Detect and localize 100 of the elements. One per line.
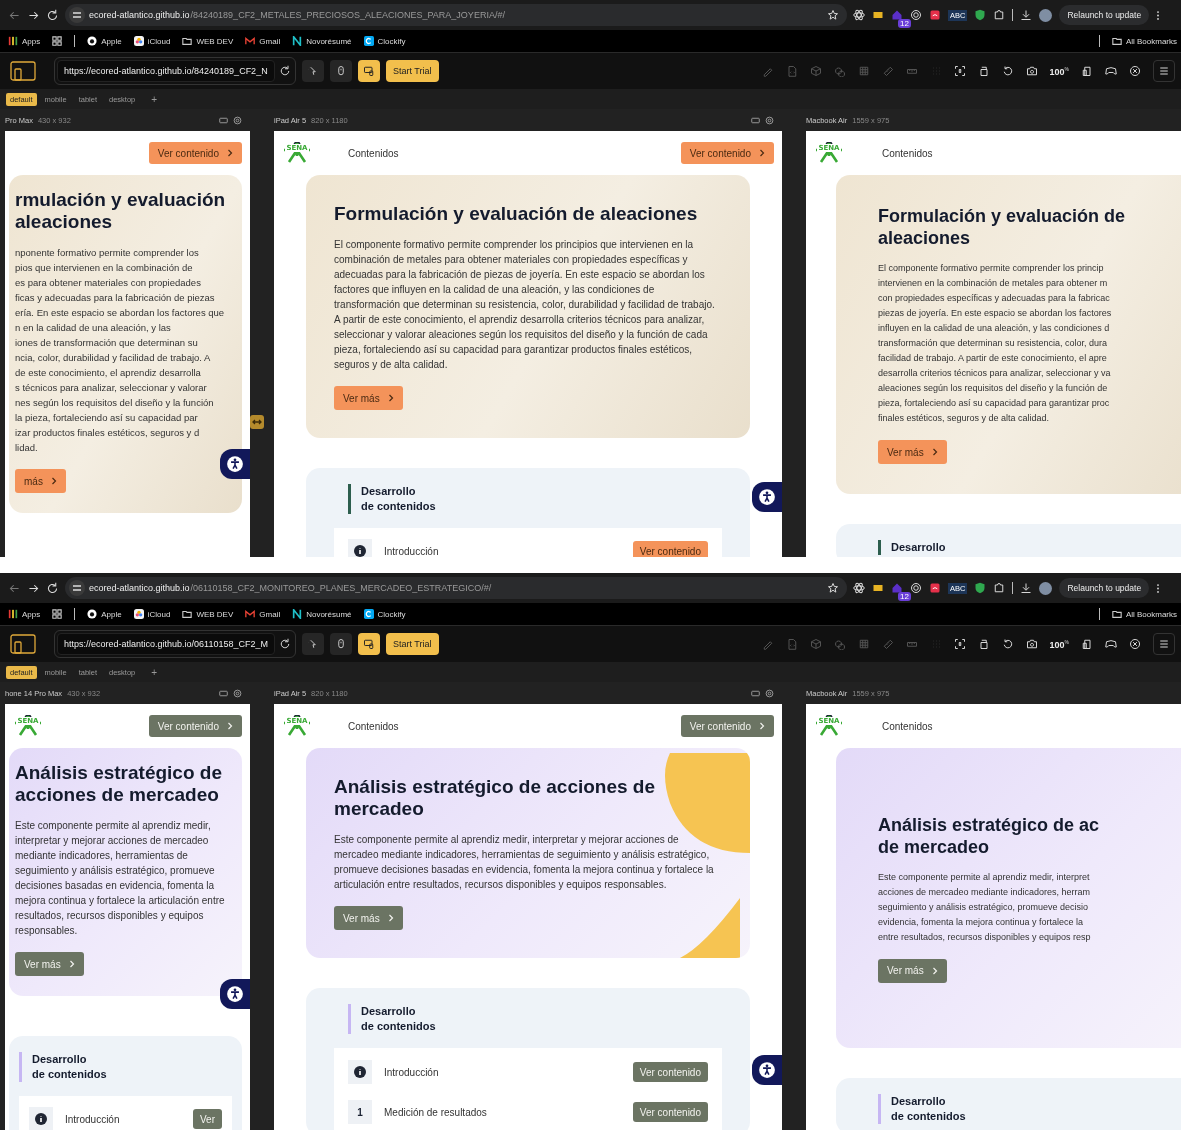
settings-icon[interactable] bbox=[233, 115, 242, 125]
view-content-button[interactable]: Ver contenido bbox=[680, 715, 774, 737]
cube-icon[interactable] bbox=[809, 65, 822, 77]
bookmark-link[interactable]: iCloud bbox=[133, 36, 171, 46]
reload-icon[interactable] bbox=[46, 8, 59, 22]
extension-icon[interactable] bbox=[872, 582, 884, 594]
zoom-button[interactable]: 100$^{%}$ bbox=[1049, 638, 1069, 650]
view-content-button[interactable]: Ver contenido bbox=[680, 142, 774, 164]
settings-icon[interactable] bbox=[765, 115, 774, 125]
screen-icon[interactable] bbox=[751, 688, 760, 698]
cursor-button[interactable] bbox=[302, 633, 324, 655]
download-icon[interactable] bbox=[1020, 582, 1033, 594]
view-button[interactable]: Ver contenido bbox=[632, 1062, 708, 1082]
mouse-button[interactable] bbox=[330, 60, 352, 82]
app-logo-icon[interactable] bbox=[10, 634, 36, 654]
see-more-button[interactable]: Ver más bbox=[15, 952, 84, 976]
bookmark-link[interactable]: Gmail bbox=[245, 36, 281, 46]
see-more-button[interactable]: más bbox=[15, 469, 66, 493]
nav-link[interactable]: Contenidos bbox=[348, 147, 399, 159]
screen-icon[interactable] bbox=[751, 115, 760, 125]
ruler-icon[interactable] bbox=[881, 638, 894, 650]
code-file-icon[interactable] bbox=[785, 65, 798, 77]
bookmark-link[interactable]: WEB DEV bbox=[182, 609, 234, 619]
house-icon[interactable] bbox=[891, 582, 903, 594]
extension-icon[interactable] bbox=[929, 9, 941, 21]
bookmark-link[interactable]: Clockify bbox=[363, 36, 406, 46]
bookmark-link[interactable]: Apple bbox=[87, 609, 122, 619]
star-icon[interactable] bbox=[827, 582, 839, 594]
cursor-button[interactable] bbox=[302, 60, 324, 82]
relaunch-button[interactable]: Relaunch to update bbox=[1059, 578, 1150, 598]
zoom-button[interactable]: 100$^{%}$ bbox=[1049, 65, 1069, 77]
screenshot-frame-icon[interactable] bbox=[953, 65, 966, 77]
start-trial-button[interactable]: Start Trial bbox=[386, 60, 439, 82]
bookmark-link[interactable]: Apps bbox=[8, 36, 41, 46]
devices-icon[interactable] bbox=[1081, 65, 1093, 77]
shield-icon[interactable] bbox=[974, 582, 987, 594]
url-field[interactable]: https://ecored-atlantico.github.io/06110158_CF2_M bbox=[57, 633, 275, 655]
bookmark-link[interactable]: iCloud bbox=[133, 609, 171, 619]
relaunch-button[interactable]: Relaunch to update bbox=[1059, 5, 1150, 25]
pencil-icon[interactable] bbox=[761, 65, 774, 77]
reload-icon[interactable] bbox=[46, 581, 59, 595]
bookmark-link[interactable]: Apple bbox=[87, 36, 122, 46]
see-more-button[interactable]: Ver más bbox=[334, 906, 403, 930]
address-bar[interactable]: ecored-atlantico.github.io/84240189_CF2_METALES_PRECIOSOS_ALEACIONES_PARA_JOYERIA/#/ bbox=[65, 4, 847, 26]
settings-icon[interactable] bbox=[765, 688, 774, 698]
menu-button[interactable] bbox=[1153, 633, 1175, 655]
view-content-button[interactable]: Ver contenido bbox=[148, 142, 242, 164]
atom-icon[interactable] bbox=[853, 9, 865, 21]
house-icon[interactable] bbox=[891, 9, 903, 21]
see-more-button[interactable]: Ver más bbox=[878, 440, 947, 464]
view-button[interactable]: Ver bbox=[193, 1109, 222, 1129]
rotate-icon[interactable] bbox=[1001, 638, 1014, 650]
target-icon[interactable] bbox=[910, 9, 922, 21]
pencil-icon[interactable] bbox=[761, 638, 774, 650]
site-settings-icon[interactable] bbox=[69, 580, 85, 596]
add-tab-button[interactable]: + bbox=[143, 93, 166, 105]
app-logo-icon[interactable] bbox=[10, 61, 36, 81]
reload-icon[interactable] bbox=[279, 638, 291, 650]
device-sync-button[interactable] bbox=[358, 633, 380, 655]
screenshot-frame-icon[interactable] bbox=[953, 638, 966, 650]
bookmark-link[interactable]: Clockify bbox=[363, 609, 406, 619]
more-icon[interactable] bbox=[1156, 582, 1161, 594]
view-content-button[interactable]: Ver contenido bbox=[148, 715, 242, 737]
url-field[interactable]: https://ecored-atlantico.github.io/84240189_CF2_N bbox=[57, 60, 275, 82]
extension-icon[interactable] bbox=[929, 582, 941, 594]
site-settings-icon[interactable] bbox=[69, 7, 85, 23]
stack-icon[interactable] bbox=[977, 65, 990, 77]
add-tab-button[interactable]: + bbox=[143, 666, 166, 678]
menu-button[interactable] bbox=[1153, 60, 1175, 82]
gamepad-icon[interactable] bbox=[1105, 638, 1117, 650]
bookmark-link[interactable]: All Bookmarks bbox=[1111, 36, 1177, 46]
extension-icon[interactable] bbox=[872, 9, 884, 21]
rotate-icon[interactable] bbox=[1001, 65, 1014, 77]
atom-icon[interactable] bbox=[853, 582, 865, 594]
accessibility-button[interactable] bbox=[220, 449, 250, 479]
nav-link[interactable]: Contenidos bbox=[882, 720, 933, 732]
ruler-icon[interactable] bbox=[881, 65, 894, 77]
bookmark-link[interactable]: All Bookmarks bbox=[1111, 609, 1177, 619]
accessibility-button[interactable] bbox=[752, 1055, 782, 1085]
avatar[interactable] bbox=[1039, 8, 1053, 22]
camera-icon[interactable] bbox=[1025, 638, 1038, 650]
shield-icon[interactable] bbox=[974, 9, 987, 21]
bookmark-link[interactable]: Gmail bbox=[245, 609, 281, 619]
bookmark-link[interactable]: Novorésumé bbox=[292, 36, 352, 46]
nav-link[interactable]: Contenidos bbox=[348, 720, 399, 732]
bookmark-link[interactable]: Apps bbox=[8, 609, 41, 619]
mouse-button[interactable] bbox=[330, 633, 352, 655]
bookmark-link[interactable]: WEB DEV bbox=[182, 36, 234, 46]
screen-icon[interactable] bbox=[219, 115, 228, 125]
star-icon[interactable] bbox=[827, 9, 839, 21]
gamepad-icon[interactable] bbox=[1105, 65, 1117, 77]
stack-icon[interactable] bbox=[977, 638, 990, 650]
devices-icon[interactable] bbox=[1081, 638, 1093, 650]
view-button[interactable]: Ver contenido bbox=[632, 541, 708, 557]
avatar[interactable] bbox=[1039, 581, 1053, 595]
bookmark-link[interactable]: Novorésumé bbox=[292, 609, 352, 619]
address-bar[interactable]: ecored-atlantico.github.io/06110158_CF2_MONITOREO_PLANES_MERCADEO_ESTRATEGICO/#/ bbox=[65, 577, 847, 599]
view-button[interactable]: Ver contenido bbox=[632, 1102, 708, 1122]
accessibility-button[interactable] bbox=[220, 979, 250, 1009]
download-icon[interactable] bbox=[1020, 9, 1033, 21]
